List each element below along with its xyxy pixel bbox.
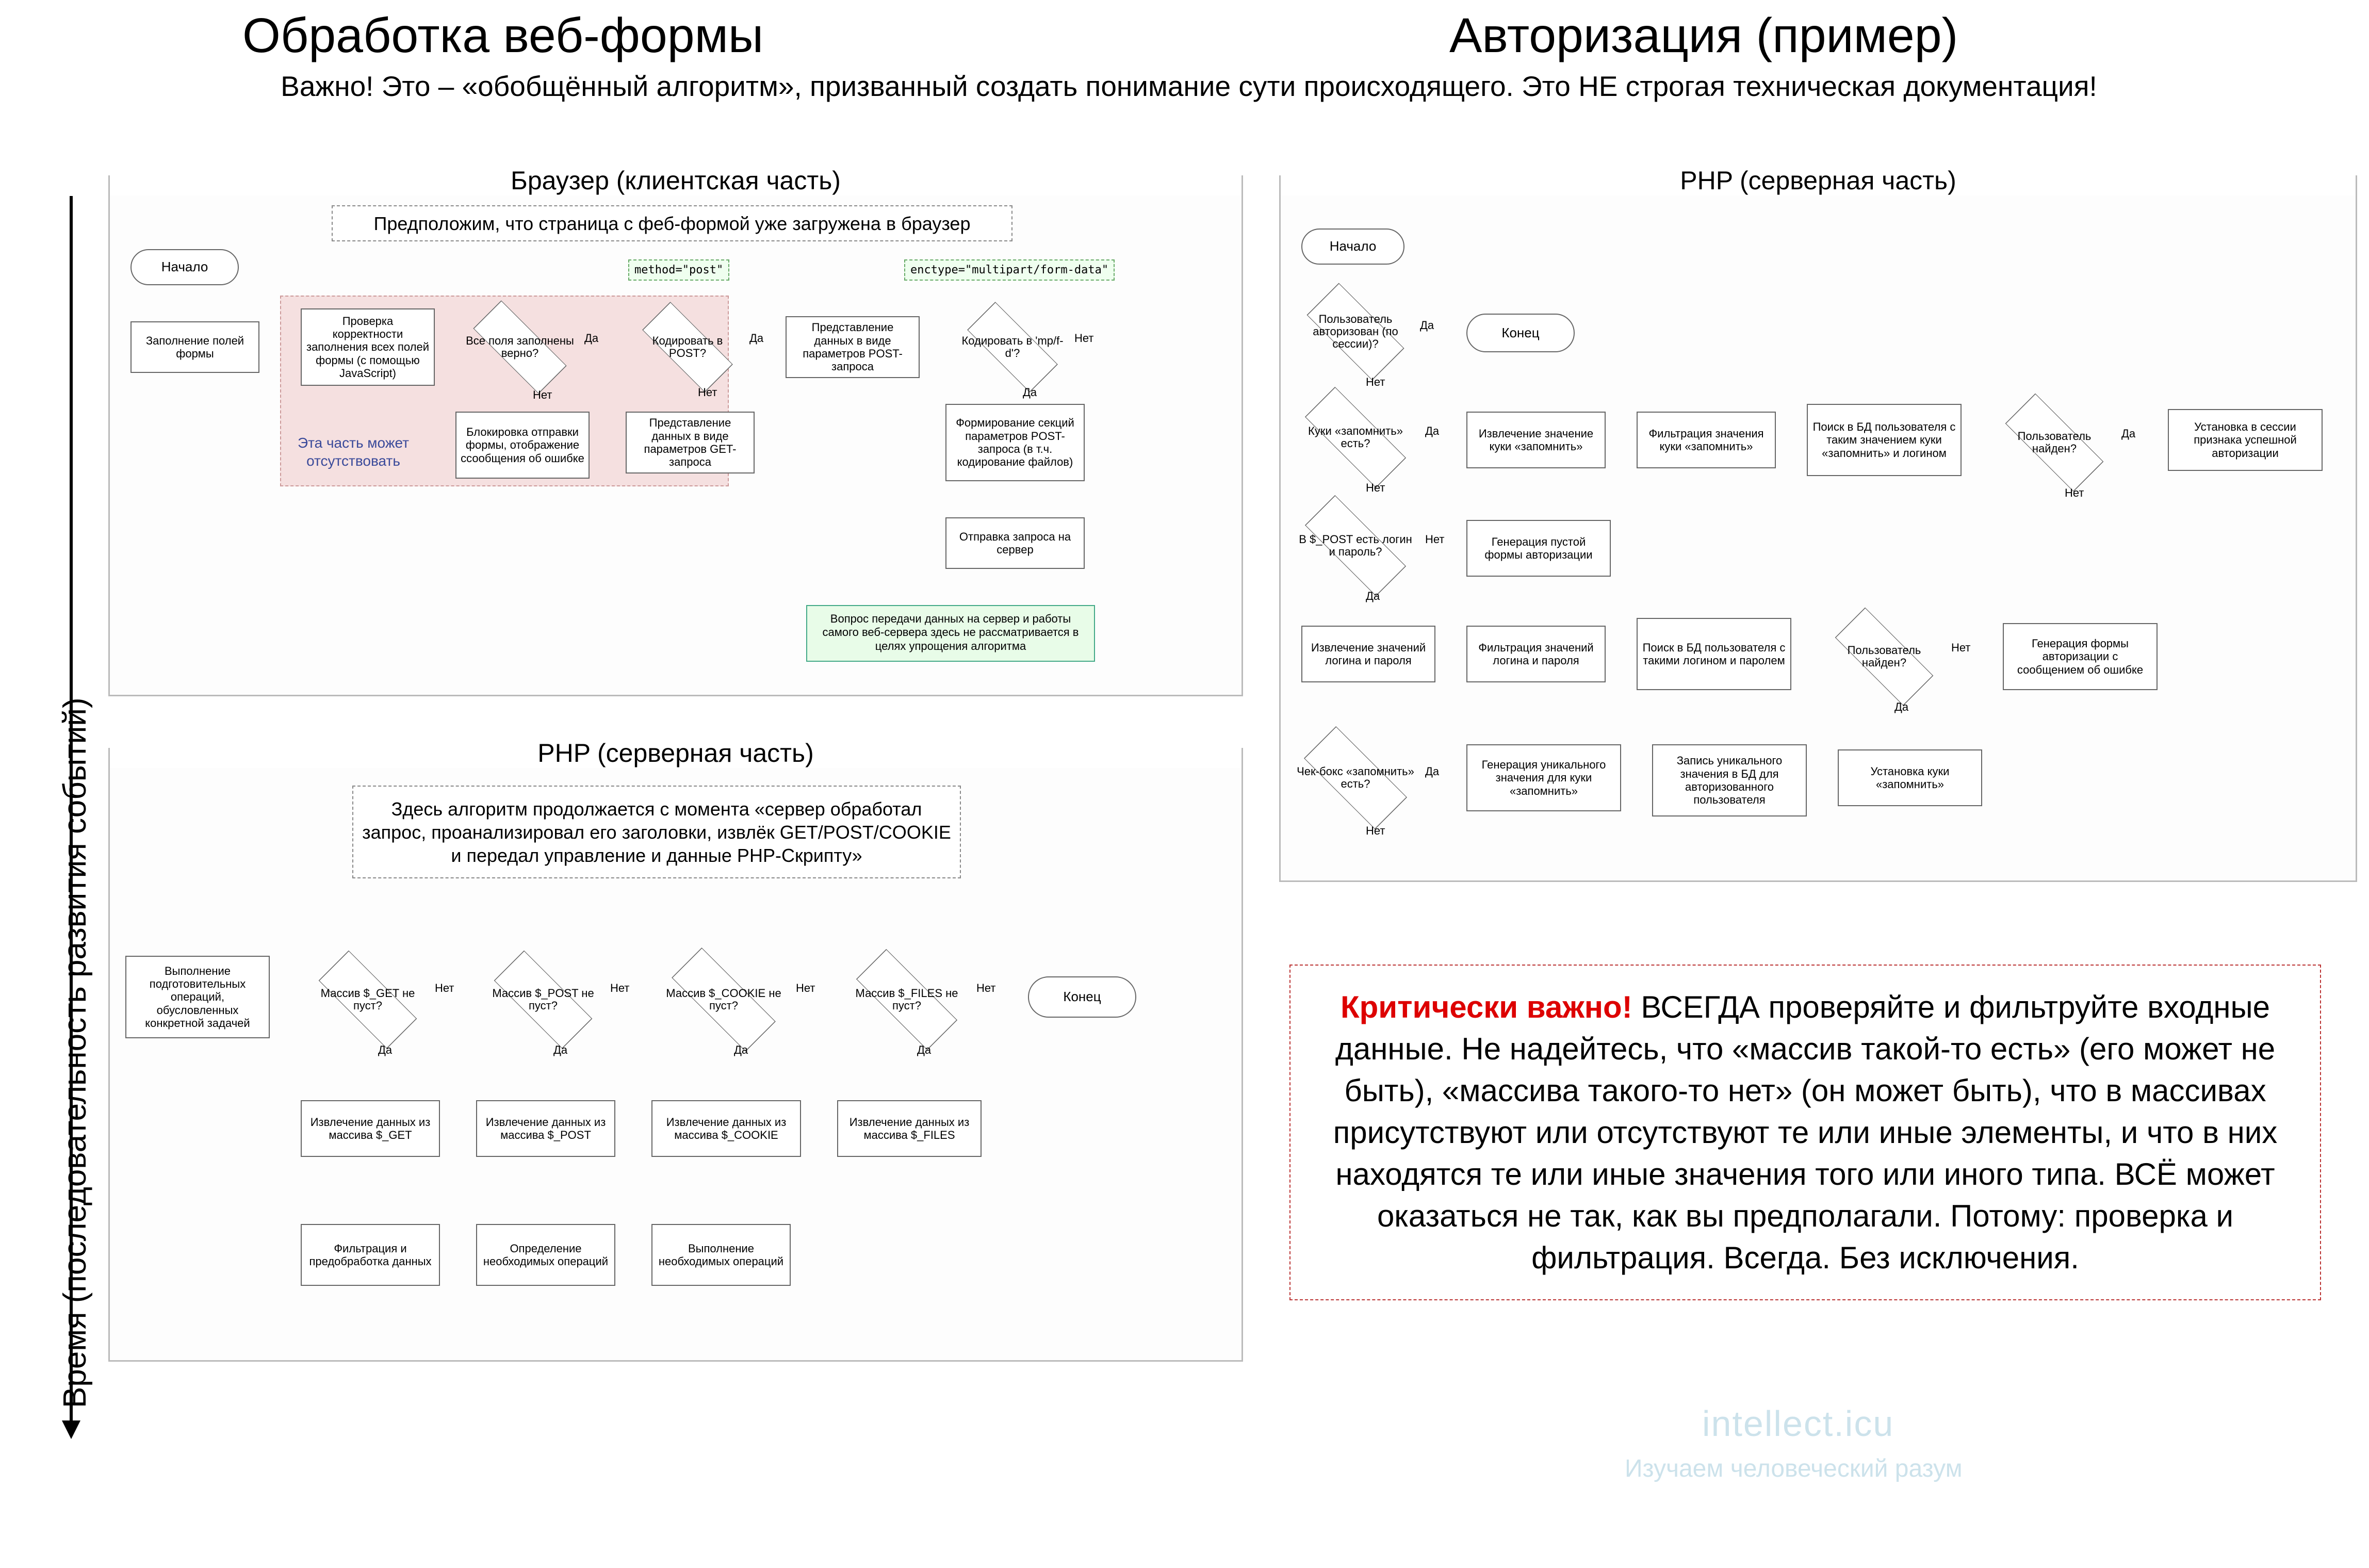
extract-post-node: Извлечение данных из массива $_POST (476, 1100, 615, 1157)
user-found-decision: Пользователь найден? (1992, 404, 2116, 481)
end-node-generic: Конец (1028, 976, 1136, 1018)
edge-no-3: Нет (1074, 332, 1093, 345)
encode-post-decision: Кодировать в POST? (631, 311, 744, 383)
edge-yes-a4: Да (1366, 590, 1380, 603)
assumption-note: Предположим, что страница с феб-формой у… (332, 205, 1012, 241)
watermark-sub: Изучаем человеческий разум (1625, 1455, 1963, 1483)
section-php-auth-title: PHP (серверная часть) (1281, 166, 2356, 195)
execute-ops-node: Выполнение необходимых операций (651, 1224, 791, 1286)
prep-ops-node: Выполнение подготовительных операций, об… (125, 956, 270, 1038)
edge-no-a2: Нет (1366, 481, 1385, 495)
title-right: Авторизация (пример) (1449, 8, 1958, 64)
user-authorized-decision: Пользователь авторизован (по сессии)? (1296, 290, 1415, 373)
edge-no-2: Нет (698, 386, 717, 399)
edge-yes-a2: Да (1425, 424, 1439, 438)
remember-checkbox-decision: Чек-бокс «запомнить» есть? (1291, 737, 1420, 819)
edge-no: Нет (533, 388, 552, 402)
db-search-login-node: Поиск в БД пользователя с такими логином… (1637, 618, 1791, 690)
extract-remember-node: Извлечение значение куки «запомнить» (1466, 412, 1606, 468)
subtitle: Важно! Это – «обобщённый алгоритм», приз… (67, 70, 2311, 103)
filter-login-node: Фильтрация значений логина и пароля (1466, 626, 1606, 682)
start-node: Начало (130, 249, 239, 285)
section-php-generic-title: PHP (серверная часть) (110, 738, 1241, 768)
section-php-auth: PHP (серверная часть) Начало Пользовател… (1279, 175, 2357, 882)
edge-yes-a3: Да (2121, 427, 2135, 440)
warning-body: ВСЕГДА проверяйте и фильтруйте входные д… (1333, 990, 2278, 1275)
validate-js-node: Проверка корректности заполнения всех по… (301, 308, 435, 386)
remember-cookie-decision: Куки «запомнить» есть? (1291, 399, 1420, 476)
block-submit-node: Блокировка отправки формы, отображение с… (455, 412, 590, 479)
section-php-generic: PHP (серверная часть) Здесь алгоритм про… (108, 748, 1243, 1362)
extract-files-node: Извлечение данных из массива $_FILES (837, 1100, 982, 1157)
edge-yes: Да (584, 332, 598, 345)
edge-yes-g1: Да (378, 1043, 392, 1057)
fill-fields-node: Заполнение полей формы (130, 321, 259, 373)
files-not-empty-decision: Массив $_FILES не пуст? (842, 961, 971, 1038)
time-axis-arrow (70, 196, 73, 1424)
edge-yes-2: Да (749, 332, 763, 345)
set-session-auth-node: Установка в сессии признака успешной авт… (2168, 409, 2323, 471)
section-browser-title: Браузер (клиентская часть) (110, 166, 1241, 195)
user-found2-decision: Пользователь найден? (1822, 618, 1946, 695)
db-search-remember-node: Поиск в БД пользователя с таким значение… (1807, 404, 1962, 476)
extract-cookie-node: Извлечение данных из массива $_COOKIE (651, 1100, 801, 1157)
edge-yes-g2: Да (553, 1043, 567, 1057)
edge-no-a1: Нет (1366, 375, 1385, 389)
optional-zone-label: Эта часть может отсутствовать (289, 434, 418, 470)
determine-ops-node: Определение необходимых операций (476, 1224, 615, 1286)
auth-end-node: Конец (1466, 314, 1575, 352)
edge-no-g2: Нет (610, 982, 629, 995)
edge-yes-3: Да (1023, 386, 1037, 399)
edge-yes-a1: Да (1420, 319, 1434, 332)
filter-preprocess-node: Фильтрация и предобработка данных (301, 1224, 440, 1286)
time-axis-label: Время (последовательность развития событ… (57, 697, 93, 1408)
method-post-hint: method="post" (628, 259, 729, 281)
filter-remember-node: Фильтрация значения куки «запомнить» (1637, 412, 1776, 468)
server-note: Вопрос передачи данных на сервер и работ… (806, 605, 1095, 662)
time-axis: Время (последовательность развития событ… (18, 196, 70, 1434)
continuation-note: Здесь алгоритм продолжается с момента «с… (352, 786, 961, 878)
form-mp-sections-node: Формирование секций параметров POST-запр… (945, 404, 1085, 481)
get-params-node: Представление данных в виде параметров G… (626, 412, 755, 473)
edge-yes-a5: Да (1894, 700, 1908, 714)
post-has-login-decision: В $_POST есть логин и пароль? (1291, 507, 1420, 584)
extract-login-node: Извлечение значений логина и пароля (1301, 626, 1435, 682)
cookie-not-empty-decision: Массив $_COOKIE не пуст? (657, 961, 791, 1038)
edge-no-g3: Нет (796, 982, 815, 995)
edge-no-a4: Нет (1425, 533, 1444, 546)
edge-no-a6: Нет (1366, 824, 1385, 838)
warning-box: Критически важно! ВСЕГДА проверяйте и фи… (1289, 965, 2321, 1300)
watermark: intellect.icu (1702, 1403, 1894, 1444)
gen-empty-form-node: Генерация пустой формы авторизации (1466, 520, 1611, 577)
post-not-empty-decision: Массив $_POST не пуст? (481, 961, 605, 1038)
edge-no-a3: Нет (2065, 486, 2084, 500)
edge-yes-g4: Да (917, 1043, 931, 1057)
warning-prefix: Критически важно! (1341, 990, 1632, 1024)
edge-no-g1: Нет (435, 982, 454, 995)
edge-no-a5: Нет (1951, 641, 1970, 655)
section-browser: Браузер (клиентская часть) Предположим, … (108, 175, 1243, 696)
edge-yes-g3: Да (734, 1043, 748, 1057)
title-left: Обработка веб-формы (242, 8, 763, 64)
encode-mpfd-decision: Кодировать в 'mp/f-d'? (956, 311, 1069, 383)
edge-yes-a6: Да (1425, 765, 1439, 778)
get-not-empty-decision: Массив $_GET не пуст? (306, 961, 430, 1038)
enctype-hint: enctype="multipart/form-data" (904, 259, 1115, 281)
gen-unique-remember-node: Генерация уникального значения для куки … (1466, 744, 1621, 811)
auth-start-node: Начало (1301, 228, 1404, 265)
set-remember-cookie-node: Установка куки «запомнить» (1838, 749, 1982, 806)
extract-get-node: Извлечение данных из массива $_GET (301, 1100, 440, 1157)
post-params-node: Представление данных в виде параметров P… (786, 316, 920, 378)
edge-no-g4: Нет (976, 982, 995, 995)
all-valid-decision: Все поля заполнены верно? (461, 311, 579, 383)
gen-error-form-node: Генерация формы авторизации с сообщением… (2003, 623, 2158, 690)
send-request-node: Отправка запроса на сервер (945, 517, 1085, 569)
write-unique-db-node: Запись уникального значения в БД для авт… (1652, 744, 1807, 816)
